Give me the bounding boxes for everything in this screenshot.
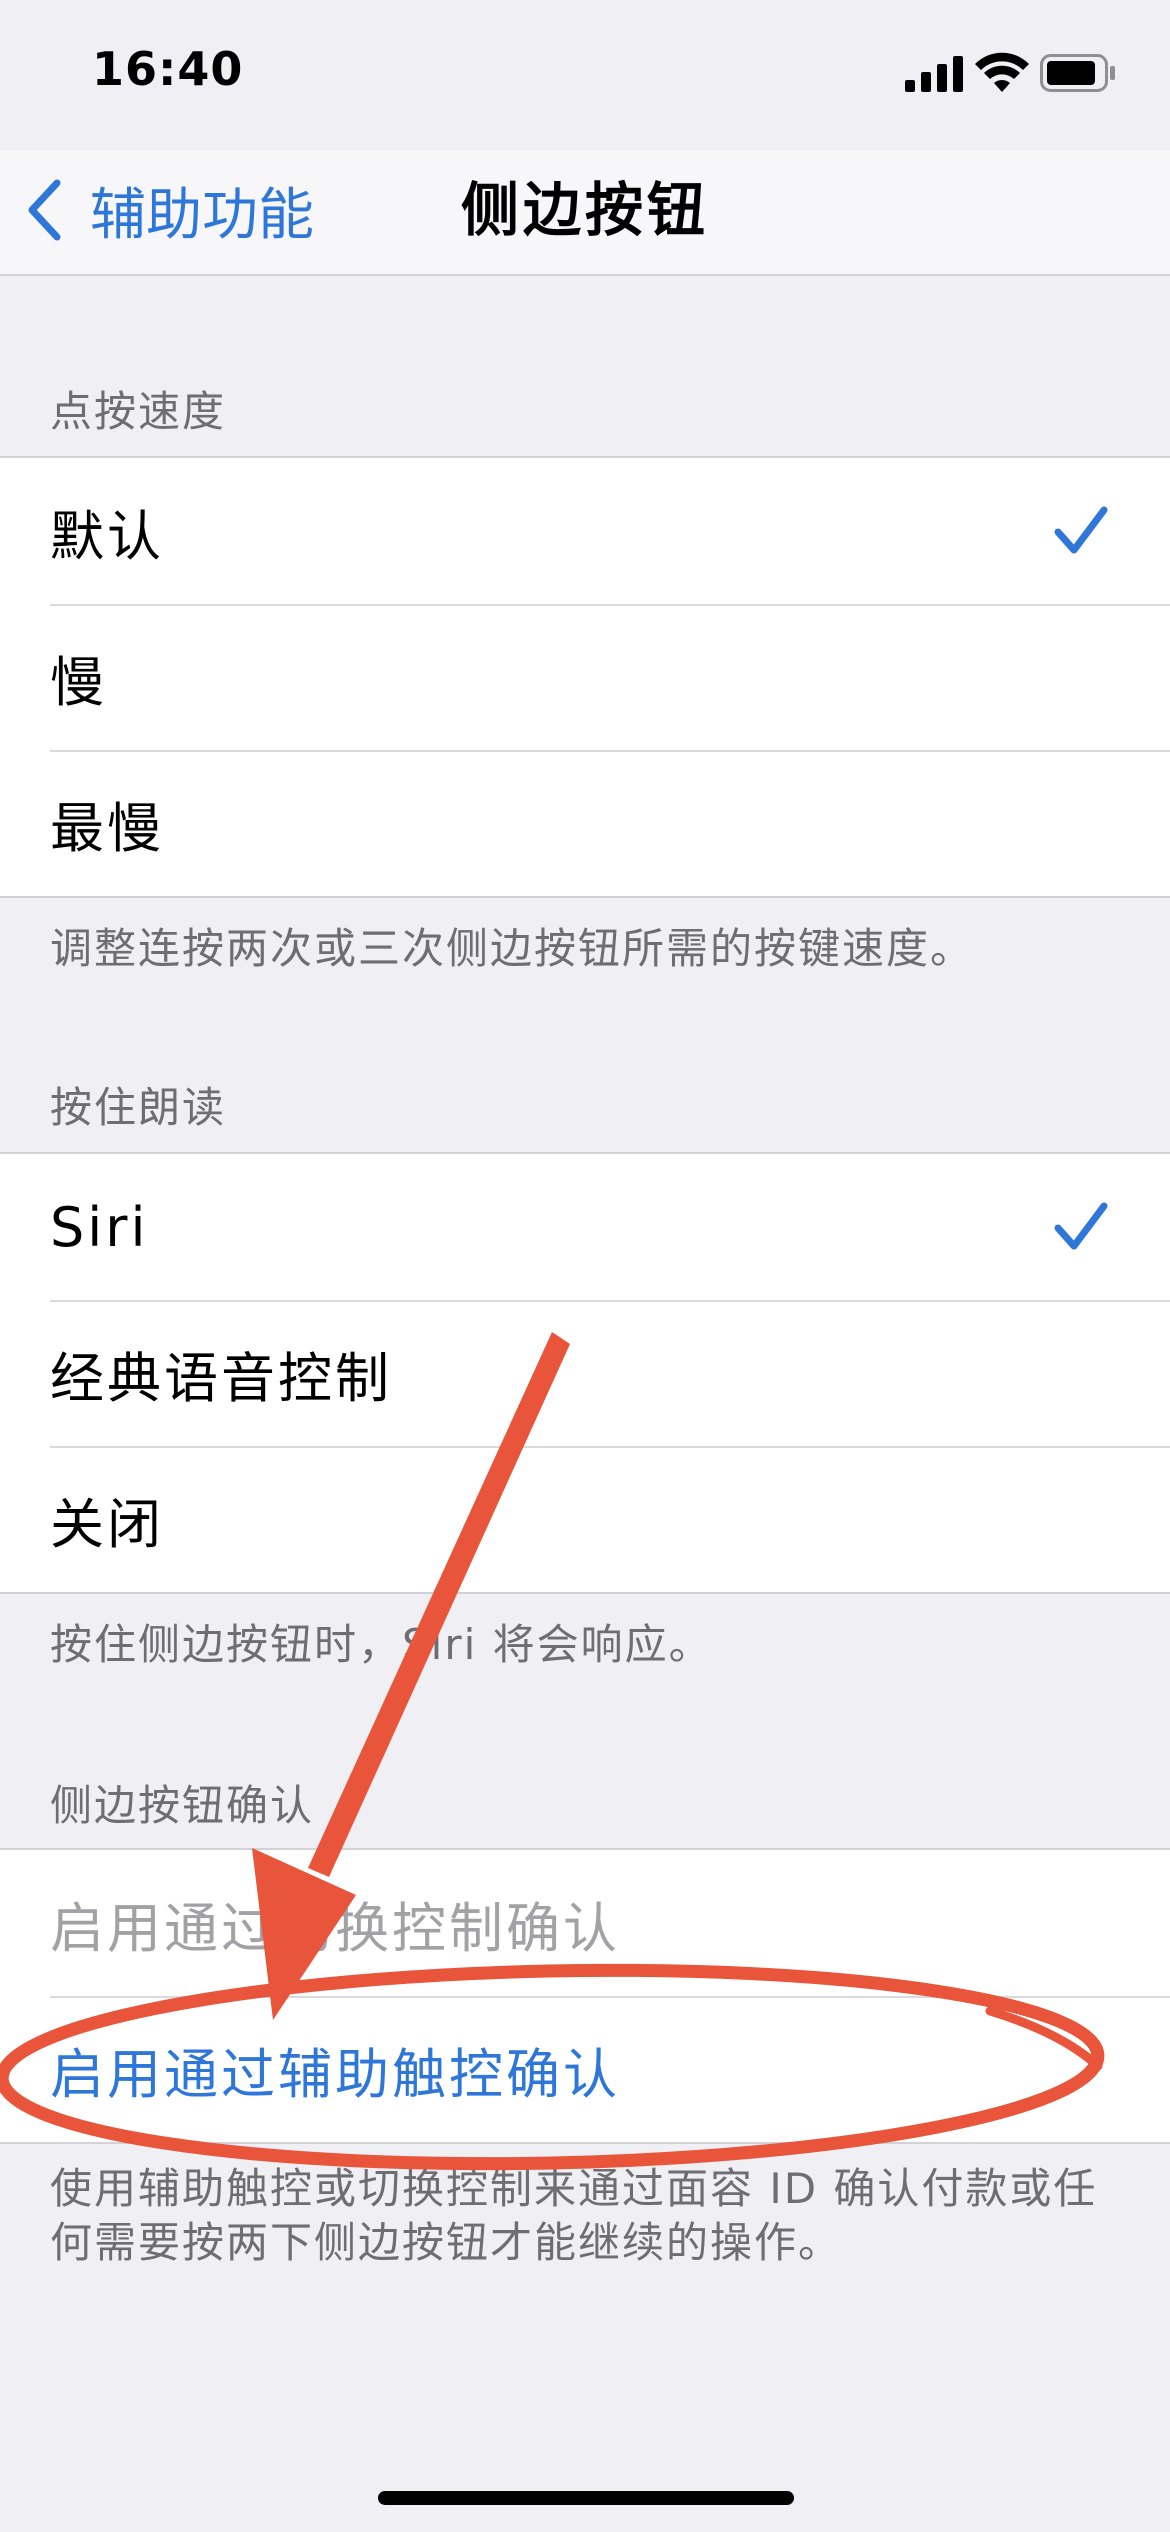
section-header-confirm: 侧边按钮确认 [50, 1781, 315, 1830]
press-hold-group: Siri 经典语音控制 关闭 [0, 1152, 1170, 1594]
option-label: 默认 [50, 504, 164, 568]
option-label: 慢 [50, 650, 107, 714]
option-switch-control-confirm: 启用通过切换控制确认 [0, 1850, 1170, 1996]
battery-icon [1040, 54, 1115, 92]
option-label: Siri [50, 1195, 149, 1259]
section-header-click-speed: 点按速度 [50, 387, 227, 436]
home-indicator [378, 2491, 794, 2505]
chevron-left-icon [28, 179, 61, 241]
option-siri[interactable]: Siri [0, 1154, 1170, 1300]
option-label: 启用通过辅助触控确认 [50, 2042, 620, 2106]
click-speed-footer: 调整连按两次或三次侧边按钮所需的按键速度。 [50, 924, 975, 973]
option-off[interactable]: 关闭 [0, 1446, 1170, 1592]
option-label: 最慢 [50, 796, 164, 860]
checkmark-icon [1054, 1202, 1108, 1250]
back-button[interactable]: 辅助功能 [24, 168, 314, 252]
option-label: 关闭 [50, 1492, 164, 1556]
status-time: 16:40 [92, 42, 244, 96]
press-hold-footer: 按住侧边按钮时，Siri 将会响应。 [50, 1620, 713, 1669]
back-button-label: 辅助功能 [90, 182, 314, 248]
checkmark-icon [1054, 506, 1108, 554]
option-slow-speed[interactable]: 慢 [0, 604, 1170, 750]
option-classic-voice-control[interactable]: 经典语音控制 [0, 1300, 1170, 1446]
option-label: 启用通过切换控制确认 [50, 1896, 620, 1960]
section-header-press-hold: 按住朗读 [50, 1083, 227, 1132]
status-bar: 16:40 [0, 0, 1170, 150]
cellular-signal-icon [905, 56, 963, 92]
option-label: 经典语音控制 [50, 1346, 392, 1410]
navigation-bar: 侧边按钮 辅助功能 [0, 150, 1170, 276]
confirm-group: 启用通过切换控制确认 启用通过辅助触控确认 [0, 1848, 1170, 2144]
confirm-footer: 使用辅助触控或切换控制来通过面容 ID 确认付款或任何需要按两下侧边按钮才能继续… [50, 2164, 1098, 2267]
option-assistivetouch-confirm[interactable]: 启用通过辅助触控确认 [0, 1996, 1170, 2142]
wifi-icon [975, 52, 1029, 92]
click-speed-group: 默认 慢 最慢 [0, 456, 1170, 898]
option-slowest-speed[interactable]: 最慢 [0, 750, 1170, 896]
option-default-speed[interactable]: 默认 [0, 458, 1170, 604]
